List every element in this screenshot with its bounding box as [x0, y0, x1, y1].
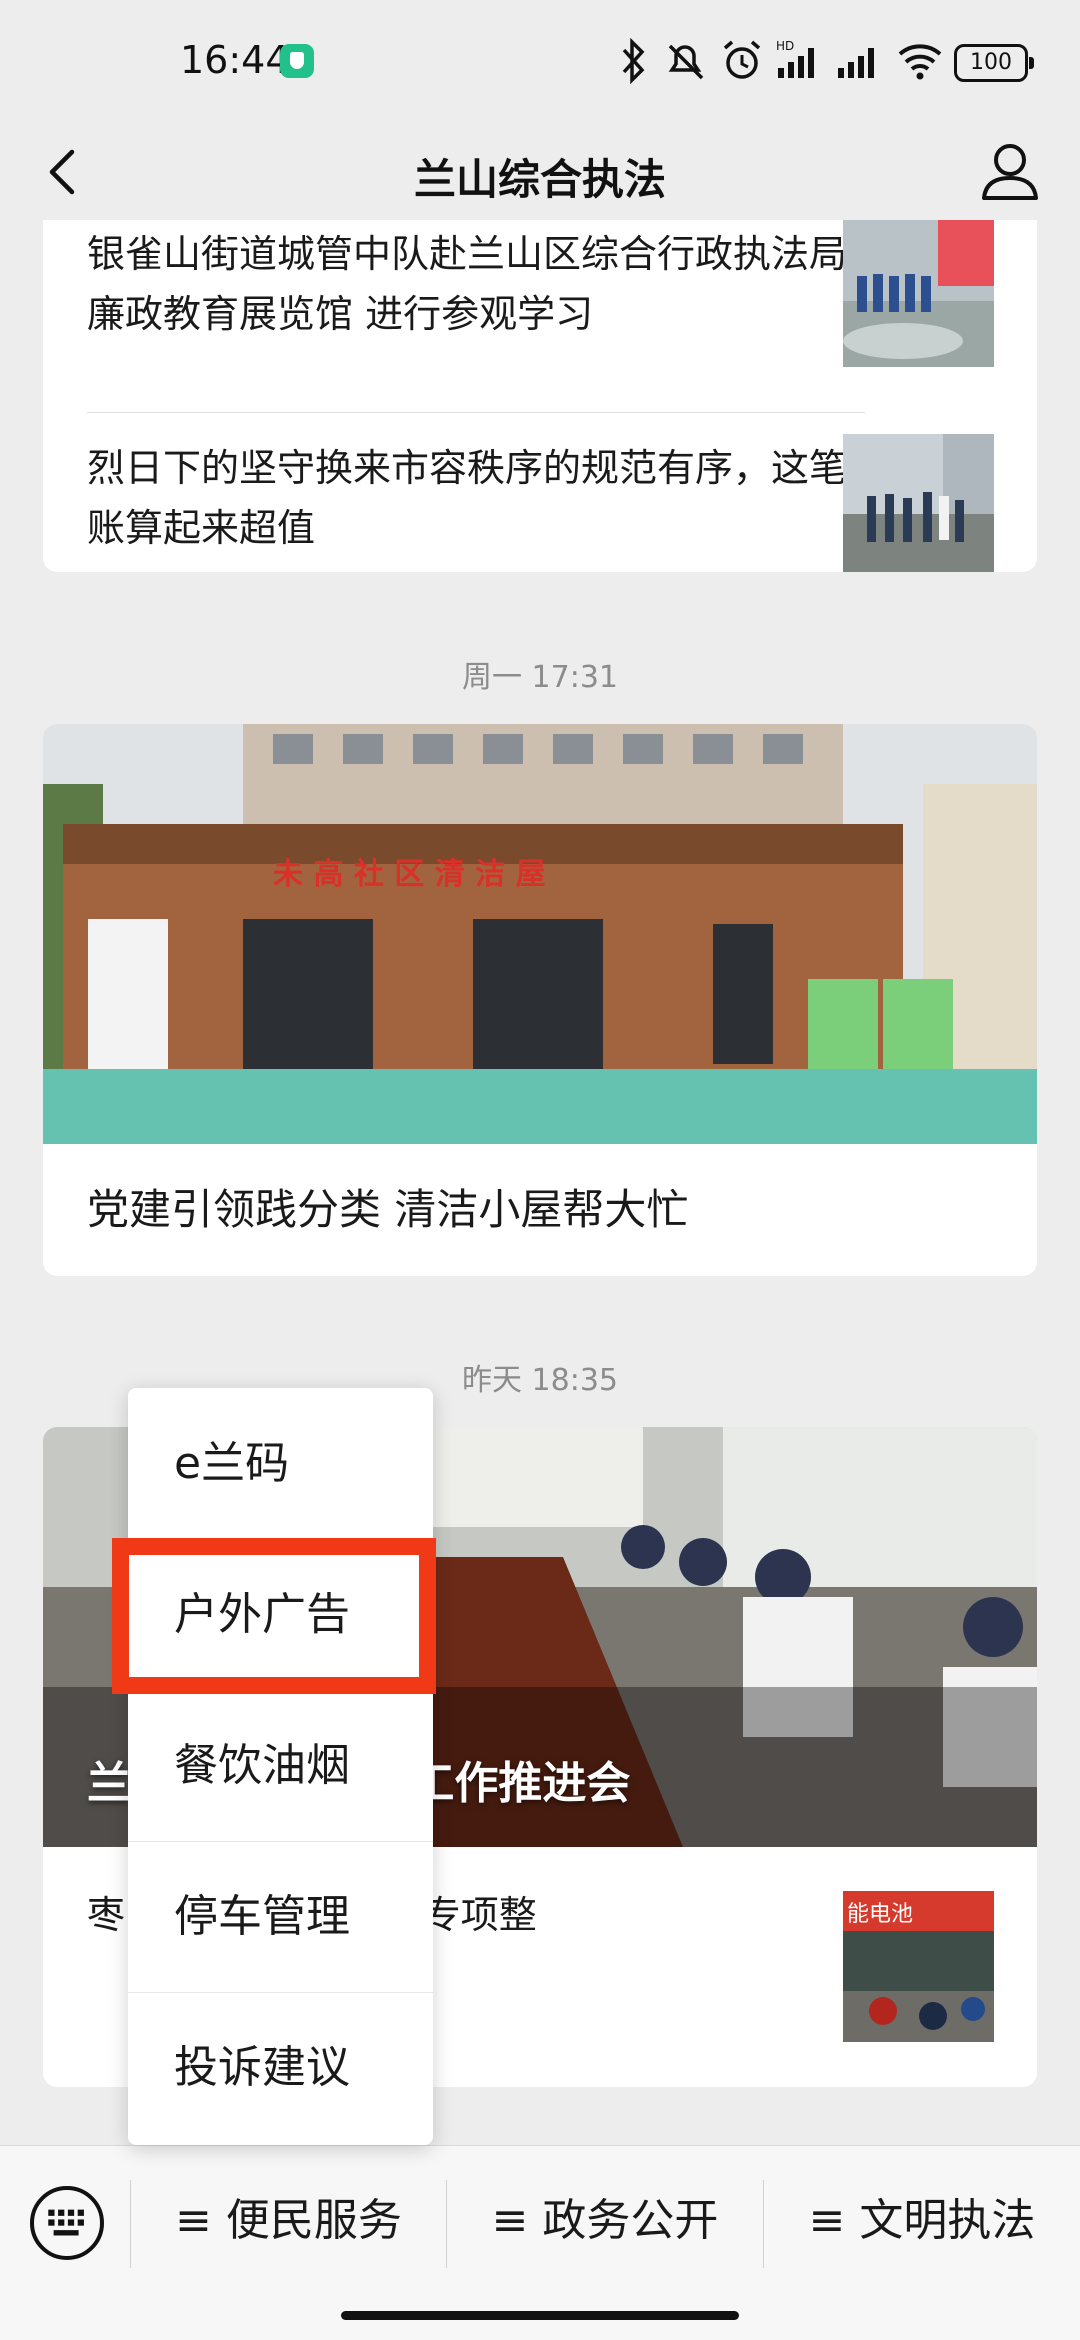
highlight-annotation — [112, 1538, 436, 1694]
article-thumbnail — [843, 220, 994, 367]
bluetooth-icon — [622, 38, 645, 84]
cover-image: 未 高 社 区 清 洁 屋 — [43, 724, 1037, 1144]
signal-icon — [838, 48, 874, 78]
article-cover-card[interactable]: 未 高 社 区 清 洁 屋 党建引领践分类 清洁小屋帮大忙 — [43, 724, 1037, 1276]
wifi-icon — [898, 44, 942, 80]
tab-government-affairs[interactable]: ≡ 政务公开 — [447, 2146, 763, 2296]
article-list-card: 银雀山街道城管中队赴兰山区综合行政执法局廉政教育展览馆 进行参观学习 烈日下的坚… — [43, 220, 1037, 572]
tab-civilized-enforcement[interactable]: ≡ 文明执法 — [764, 2146, 1080, 2296]
tab-convenience-services[interactable]: ≡ 便民服务 — [131, 2146, 446, 2296]
svg-text:HD: HD — [776, 39, 794, 53]
article-title: 银雀山街道城管中队赴兰山区综合行政执法局廉政教育展览馆 进行参观学习 — [87, 232, 848, 336]
menu-item-complaints[interactable]: 投诉建议 — [128, 1992, 433, 2143]
home-indicator[interactable] — [341, 2311, 739, 2320]
menu-item-parking[interactable]: 停车管理 — [128, 1841, 433, 1992]
timestamp: 周一 17:31 — [462, 660, 618, 695]
article-item[interactable]: 银雀山街道城管中队赴兰山区综合行政执法局廉政教育展览馆 进行参观学习 — [43, 220, 1037, 370]
menu-item-catering-fumes[interactable]: 餐饮油烟 — [128, 1690, 433, 1841]
article-thumbnail — [843, 434, 994, 572]
profile-icon[interactable] — [970, 132, 1050, 212]
status-bar: 16:44 HD 100 — [0, 0, 1080, 124]
status-time: 16:44 — [180, 38, 290, 82]
nav-bar: 兰山综合执法 — [0, 124, 1080, 220]
hd-signal-icon: HD — [776, 39, 814, 78]
keyboard-icon[interactable] — [30, 2186, 104, 2260]
mute-icon — [668, 44, 704, 80]
alarm-icon — [723, 40, 761, 79]
menu-item-e-lan-code[interactable]: e兰码 — [128, 1388, 433, 1539]
page-title: 兰山综合执法 — [413, 155, 666, 204]
svg-text:未 高 社 区 清 洁 屋: 未 高 社 区 清 洁 屋 — [273, 857, 546, 892]
article-item[interactable]: 烈日下的坚守换来市容秩序的规范有序，这笔账算起来超值 — [43, 412, 1037, 572]
status-icons: HD 100 — [618, 38, 1034, 88]
svg-text:能电池: 能电池 — [847, 1902, 913, 1927]
service-popup-menu: e兰码 户外广告 餐饮油烟 停车管理 投诉建议 — [128, 1388, 433, 2145]
shield-app-icon — [280, 44, 314, 78]
article-title: 烈日下的坚守换来市容秩序的规范有序，这笔账算起来超值 — [87, 446, 848, 550]
article-title: 党建引领践分类 清洁小屋帮大忙 — [87, 1185, 689, 1234]
article-thumbnail: 能电池 — [843, 1891, 994, 2042]
battery-icon: 100 — [954, 44, 1034, 82]
